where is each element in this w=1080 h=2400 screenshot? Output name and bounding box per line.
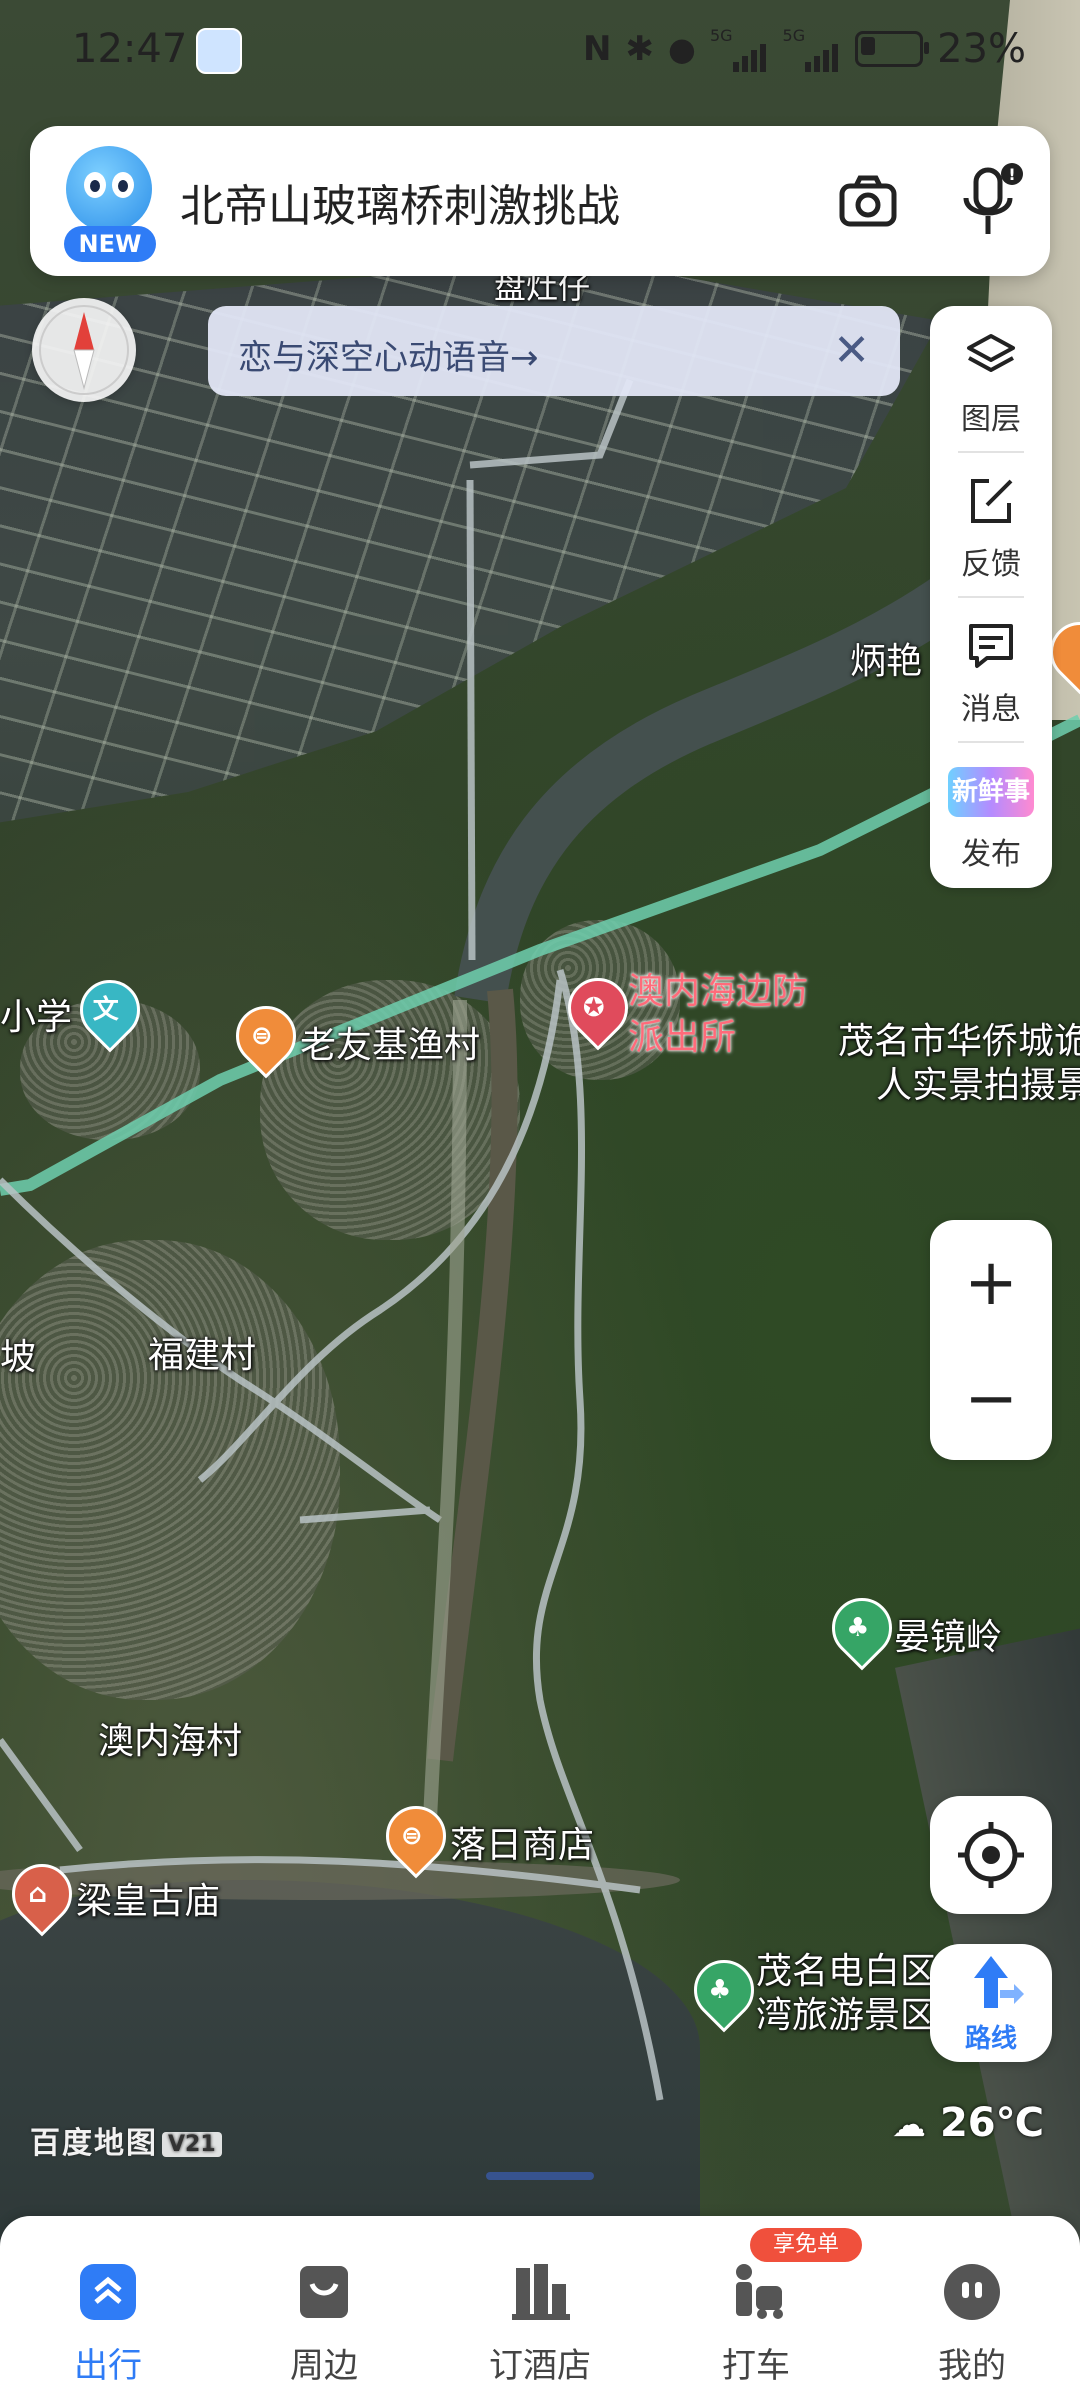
- tab-taxi[interactable]: 打车: [686, 2240, 826, 2390]
- messages-button[interactable]: 消息: [930, 596, 1052, 741]
- zoom-in-button[interactable]: +: [930, 1246, 1052, 1320]
- tab-taxi-label: 打车: [722, 2346, 790, 2386]
- map-label-scenic-2[interactable]: 湾旅游景区: [756, 1986, 936, 2038]
- messages-label: 消息: [961, 692, 1021, 727]
- watermark-text: 百度地图: [30, 2126, 158, 2161]
- road: [299, 1506, 431, 1524]
- travel-icon: [80, 2264, 136, 2320]
- tab-hotel-label: 订酒店: [489, 2346, 591, 2386]
- map-tools-panel: 图层 反馈 消息 新鲜事 发布: [930, 306, 1052, 888]
- profile-icon: [944, 2264, 1000, 2320]
- close-icon[interactable]: ✕: [833, 324, 870, 378]
- zoom-out-button[interactable]: −: [930, 1362, 1052, 1436]
- map-label[interactable]: 坡: [0, 1328, 36, 1380]
- tab-travel-label: 出行: [74, 2346, 142, 2386]
- road: [0, 1737, 83, 1853]
- river: [454, 539, 1017, 1005]
- compass-button[interactable]: [32, 298, 136, 402]
- weather-temp: 26℃: [939, 2100, 1045, 2146]
- map-label-overseas-2[interactable]: 人实景拍摄景: [876, 1056, 1080, 1108]
- battery-icon: [855, 31, 930, 67]
- route-button[interactable]: 路线: [930, 1944, 1052, 2062]
- location-icon: ●: [668, 30, 696, 68]
- message-icon: [969, 624, 1013, 668]
- map-label-school[interactable]: 小学: [0, 988, 72, 1040]
- taxi-icon: [736, 2264, 783, 2319]
- layers-label: 图层: [961, 402, 1021, 437]
- status-bar: 12:47 N ✱ ● 5G 5G 23%: [0, 0, 1080, 110]
- compass-icon: [39, 305, 129, 395]
- edit-icon: [971, 479, 1013, 523]
- map-label[interactable]: 炳艳: [850, 632, 922, 684]
- new-badge: NEW: [64, 226, 156, 262]
- search-bar[interactable]: NEW 北帝山玻璃桥刺激挑战 !: [30, 126, 1050, 276]
- signal-icon: 5G: [710, 26, 769, 72]
- map-label-police-2[interactable]: 派出所: [628, 1008, 736, 1060]
- battery-percent: 23%: [937, 26, 1026, 72]
- tab-nearby-label: 周边: [290, 2346, 358, 2386]
- layers-button[interactable]: 图层: [930, 306, 1052, 451]
- map-label-sunset-shop[interactable]: 落日商店: [450, 1816, 594, 1868]
- svg-text:!: !: [1008, 165, 1015, 184]
- layers-icon: [967, 334, 1015, 372]
- assistant-avatar-icon[interactable]: [66, 146, 152, 232]
- bluetooth-icon: ✱: [625, 29, 655, 69]
- search-query[interactable]: 北帝山玻璃桥刺激挑战: [180, 170, 620, 234]
- map-label-police-1[interactable]: 澳内海边防: [628, 962, 808, 1014]
- map-label-temple[interactable]: 梁皇古庙: [76, 1872, 220, 1924]
- publish-label: 发布: [961, 837, 1021, 872]
- rain-cloud-icon: ☁: [892, 2105, 926, 2145]
- tab-travel[interactable]: 出行: [38, 2240, 178, 2390]
- banner-text[interactable]: 恋与深空心动语音→: [238, 330, 539, 379]
- feedback-button[interactable]: 反馈: [930, 451, 1052, 596]
- map-label-yanjing[interactable]: 晏镜岭: [894, 1608, 1002, 1660]
- map-label-fishing-village[interactable]: 老友基渔村: [300, 1016, 480, 1068]
- nearby-icon: [300, 2266, 348, 2318]
- baidu-map-watermark: 百度地图 V21: [30, 2118, 222, 2162]
- route-arrow-icon: [974, 1956, 1024, 2008]
- map-label-aoneihai[interactable]: 澳内海村: [98, 1712, 242, 1764]
- tab-hotel[interactable]: 订酒店: [470, 2240, 610, 2390]
- promo-banner[interactable]: 恋与深空心动语音→ ✕: [208, 306, 900, 396]
- locate-button[interactable]: [930, 1796, 1052, 1914]
- drag-handle[interactable]: [486, 2172, 594, 2180]
- tab-profile-label: 我的: [938, 2346, 1006, 2386]
- road: [466, 479, 476, 961]
- highway: [0, 714, 1080, 1196]
- route-label: 路线: [964, 2024, 1017, 2054]
- nfc-icon: N: [583, 29, 612, 69]
- crosshair-icon: [958, 1822, 1024, 1888]
- watermark-version: V21: [162, 2132, 222, 2157]
- hotel-icon: [512, 2264, 570, 2320]
- publish-button[interactable]: 新鲜事 发布: [930, 741, 1052, 886]
- bottom-nav: 出行 周边 订酒店 打车 我的: [0, 2216, 1080, 2400]
- taxi-promo-badge[interactable]: 享免单: [750, 2228, 862, 2262]
- feedback-label: 反馈: [961, 547, 1021, 582]
- microphone-icon[interactable]: !: [960, 162, 1024, 242]
- status-time: 12:47: [72, 26, 188, 72]
- signal-icon: 5G: [783, 26, 842, 72]
- map-label-fujian-village[interactable]: 福建村: [148, 1326, 256, 1378]
- road: [532, 968, 664, 2101]
- fresh-news-icon: 新鲜事: [948, 767, 1034, 817]
- zoom-control: + −: [930, 1220, 1052, 1460]
- status-icons: N ✱ ● 5G 5G 23%: [583, 26, 1026, 72]
- app-notification-icon: [196, 28, 242, 74]
- tab-nearby[interactable]: 周边: [254, 2240, 394, 2390]
- weather-widget[interactable]: ☁ 26℃: [892, 2100, 1044, 2146]
- tab-profile[interactable]: 我的: [902, 2240, 1042, 2390]
- camera-icon[interactable]: [838, 172, 898, 232]
